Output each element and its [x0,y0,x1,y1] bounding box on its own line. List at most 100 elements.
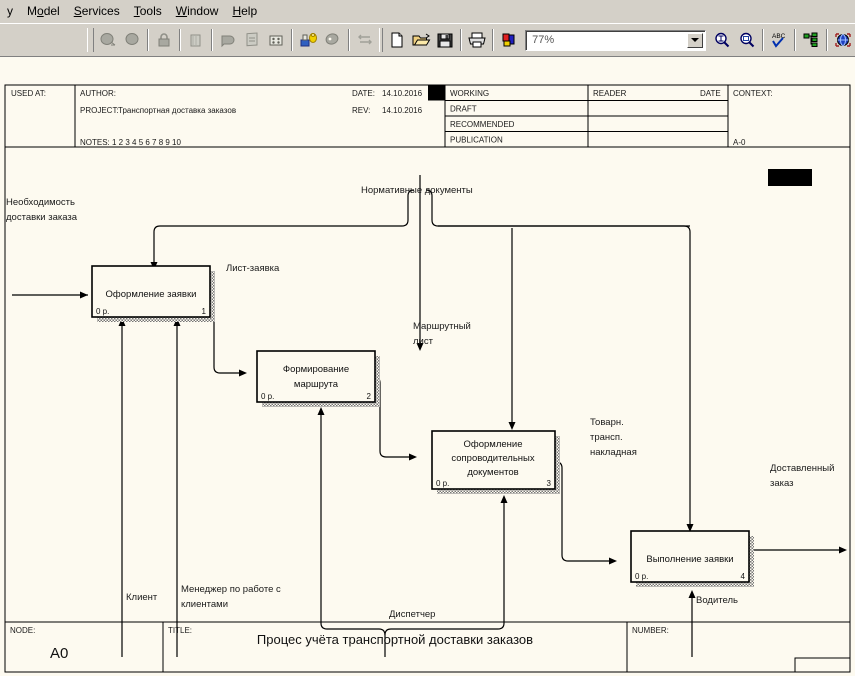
author-label: AUTHOR: [80,89,116,98]
context-node: A-0 [733,138,746,147]
arrow-control-to-box1 [153,189,415,263]
menu-item-tools[interactable]: Tools [127,1,169,22]
footer-node-value: A0 [50,645,68,662]
toolbar-separator [291,29,294,51]
zoom-combobox[interactable]: 77% [525,29,707,51]
print-icon[interactable] [466,29,488,52]
activity-box-3-label-line2: сопроводительных [451,453,534,464]
toolbar: 77% ABC [0,23,855,57]
project-value: Транспортная доставка заказов [118,106,236,115]
status-draft: DRAFT [450,105,477,114]
activity-box-3-cost: 0 р. [436,479,449,488]
label-mechanism-client: Клиент [126,592,158,603]
label-flow-nakladnaya-line1: Товарн. [590,417,624,428]
new-document-icon[interactable] [386,29,408,52]
footer-node-label: NODE: [10,626,35,635]
toolbar-separator [492,29,495,51]
activity-box-1-cost: 0 р. [96,307,109,316]
footer-title-value: Процес учёта транспортной доставки заказ… [257,632,533,647]
label-flow-nakladnaya-line3: накладная [590,447,637,458]
toolbar-grip-2[interactable] [378,28,383,52]
activity-box-2-number: 2 [367,392,372,401]
label-mechanism-manager-line2: клиентами [181,599,228,610]
rev-label: REV: [352,106,370,115]
menu-item-help[interactable]: Help [225,1,264,22]
label-mechanism-driver: Водитель [696,595,738,606]
status-publication: PUBLICATION [450,136,503,145]
activity-box-4-cost: 0 р. [635,572,648,581]
label-mechanism-dispatcher: Диспетчер [389,609,435,620]
lock-icon[interactable] [153,29,175,52]
label-output-line1: Доставленный [770,463,834,474]
activity-box-4[interactable]: Выполнение заявки 0 р. 4 [630,530,754,587]
used-at-label: USED AT: [11,89,46,98]
arrow-flow-nakladnaya [555,461,610,562]
zoom-fit-icon[interactable] [735,29,757,52]
zoom-in-icon[interactable] [711,29,733,52]
diagram-canvas[interactable]: USED AT: WORKING DRAFT RECOMMENDED PUBLI… [0,57,855,676]
activity-box-2[interactable]: Формирование маршрута 0 р. 2 [256,350,380,407]
label-mechanism-manager-line1: Менеджер по работе с [181,584,281,595]
paint-icon[interactable] [322,29,344,52]
activity-box-3-number: 3 [547,479,552,488]
label-input-line1: Необходимость [6,197,75,208]
footer-title-label: TITLE: [168,626,192,635]
activity-cost-icon[interactable] [297,29,319,52]
status-working: WORKING [450,89,489,98]
arrow-mechanism-dispatcher-box2 [320,414,386,657]
activity-box-2-cost: 0 р. [261,392,274,401]
svg-text:ABC: ABC [772,33,786,40]
compose-icon[interactable] [121,29,143,52]
model-tree-icon[interactable] [800,29,822,52]
toolbar-separator [793,29,796,51]
book-icon[interactable] [185,29,207,52]
color-palette-icon[interactable] [498,29,520,52]
date-label: DATE: [352,89,375,98]
menu-item-partial[interactable]: y [0,1,20,22]
reader-label: READER [593,89,627,98]
activity-box-4-label: Выполнение заявки [646,554,733,565]
toolbar-separator [825,29,828,51]
decompose-icon[interactable] [97,29,119,52]
label-input-line2: доставки заказа [6,212,78,223]
open-folder-icon[interactable] [410,29,432,52]
toolbar-grip[interactable] [87,28,94,52]
label-flow-marshrutniy-line2: лист [413,336,434,347]
menu-item-services[interactable]: Services [67,1,127,22]
activity-box-3-label: Оформление [464,439,523,450]
save-disk-icon[interactable] [434,29,456,52]
swap-icon[interactable] [354,29,376,52]
menu-item-model[interactable]: Model [20,1,67,22]
chevron-down-icon[interactable] [687,32,704,48]
activity-box-1-number: 1 [202,307,207,316]
footer-number-label: NUMBER: [632,626,669,635]
toolbar-separator [347,29,350,51]
toolbar-separator [459,29,462,51]
title-block-header [4,84,851,186]
activity-box-1[interactable]: Оформление заявки 0 р. 1 [91,265,215,322]
project-label: PROJECT: [80,106,119,115]
publish-web-icon[interactable] [832,29,854,52]
activity-box-3[interactable]: Оформление сопроводительных документов 0… [431,430,560,494]
menu-bar: y Model Services Tools Window Help [0,0,855,23]
label-flow-marshrutniy-line1: Маршрутный [413,321,471,332]
spell-check-icon[interactable]: ABC [768,29,790,52]
notes-numbers: 1 2 3 4 5 6 7 8 9 10 [112,138,181,147]
report-icon[interactable] [241,29,263,52]
application-window: y Model Services Tools Window Help 77% A… [0,0,855,676]
toolbar-separator [211,29,214,51]
activity-box-1-label: Оформление заявки [106,289,197,300]
toolbar-separator [146,29,149,51]
arrow-shape-icon[interactable] [217,29,239,52]
arrow-flow-listzayavka [207,314,240,374]
menu-item-window[interactable]: Window [169,1,226,22]
context-label: CONTEXT: [733,89,773,98]
label-flow-listzayavka: Лист-заявка [226,263,280,274]
grid-icon[interactable] [265,29,287,52]
zoom-value: 77% [532,34,555,46]
label-control-normative: Нормативные документы [361,185,473,196]
activity-box-2-label: Формирование [283,364,349,375]
date-value: 14.10.2016 [382,89,423,98]
label-output-line2: заказ [770,478,794,489]
rev-value: 14.10.2016 [382,106,423,115]
